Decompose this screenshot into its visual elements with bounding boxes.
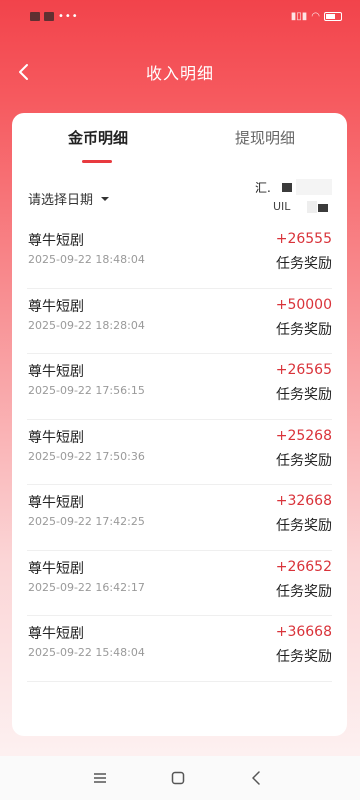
record-time: 2025-09-22 15:48:04 [28, 646, 145, 659]
record-reason: 任务奖励 [276, 321, 332, 338]
record-reason: 任务奖励 [276, 452, 332, 469]
record-title: 尊牛短剧 [28, 364, 84, 380]
wifi-icon: ◠ [311, 10, 320, 22]
home-icon [171, 771, 185, 785]
date-picker[interactable]: 请选择日期 [28, 189, 110, 208]
recent-apps-button[interactable] [90, 768, 110, 788]
record-reason: 任务奖励 [276, 387, 332, 403]
record-reason: 任务奖励 [276, 518, 332, 534]
record-title: 尊牛短剧 [28, 626, 84, 642]
redacted-blur [296, 179, 332, 195]
redacted-block [282, 183, 292, 192]
record-amount: +25268 [275, 427, 332, 444]
battery-icon [324, 11, 342, 21]
status-bar: ••• ▮▯▮ ◠ [0, 0, 360, 32]
system-nav-bar [0, 756, 360, 800]
list-item: 尊牛短剧 2025-09-22 18:48:04 +26555 任务奖励 [27, 223, 332, 289]
income-card: 金币明细 提现明细 请选择日期 汇. UIL 尊牛短剧 2025-09-22 1… [12, 113, 347, 736]
record-time: 2025-09-22 17:42:25 [28, 515, 145, 528]
record-time: 2025-09-22 17:56:15 [28, 384, 145, 397]
nav-bar: 收入明细 [0, 50, 360, 94]
redacted-block [318, 204, 328, 212]
record-title: 尊牛短剧 [28, 429, 84, 446]
caret-down-icon [101, 196, 110, 201]
back-button[interactable] [10, 58, 38, 86]
date-picker-label: 请选择日期 [28, 193, 94, 208]
record-amount: +26565 [275, 362, 332, 378]
record-time: 2025-09-22 18:48:04 [28, 253, 145, 266]
summary-sub: UIL [273, 200, 291, 213]
record-title: 尊牛短剧 [28, 560, 84, 577]
back-arrow-icon [19, 64, 28, 80]
record-title: 尊牛短剧 [28, 495, 84, 511]
record-title: 尊牛短剧 [28, 298, 84, 315]
record-reason: 任务奖励 [276, 256, 332, 272]
list-item: 尊牛短剧 2025-09-22 16:42:17 +26652 任务奖励 [27, 551, 332, 616]
summary-label: 汇. [255, 181, 271, 195]
record-amount: +32668 [275, 493, 332, 509]
record-amount: +26555 [275, 231, 332, 247]
record-list: 尊牛短剧 2025-09-22 18:48:04 +26555 任务奖励 尊牛短… [12, 223, 347, 682]
status-left: ••• [30, 11, 79, 22]
record-reason: 任务奖励 [276, 649, 332, 665]
list-item: 尊牛短剧 2025-09-22 17:50:36 +25268 任务奖励 [27, 420, 332, 485]
list-item: 尊牛短剧 2025-09-22 17:56:15 +26565 任务奖励 [27, 354, 332, 420]
list-item: 尊牛短剧 2025-09-22 18:28:04 +50000 任务奖励 [27, 289, 332, 354]
record-time: 2025-09-22 18:28:04 [28, 318, 145, 332]
more-notifications-icon: ••• [58, 10, 79, 22]
record-title: 尊牛短剧 [28, 233, 84, 249]
signal-icon: ▮▯▮ [290, 10, 308, 22]
list-item: 尊牛短剧 2025-09-22 15:48:04 +36668 任务奖励 [27, 616, 332, 682]
status-right: ▮▯▮ ◠ [291, 11, 342, 22]
record-amount: +26652 [275, 558, 332, 575]
record-reason: 任务奖励 [276, 583, 332, 600]
record-time: 2025-09-22 16:42:17 [28, 580, 145, 594]
home-button[interactable] [168, 768, 188, 788]
tab-active-indicator [82, 160, 112, 163]
app-notification-icon [44, 11, 54, 21]
notification-icon [30, 11, 40, 21]
tab-coin-details[interactable]: 金币明细 [68, 127, 128, 148]
record-amount: +36668 [275, 624, 332, 640]
system-back-button[interactable] [246, 768, 266, 788]
tab-bar: 金币明细 提现明细 [12, 113, 347, 165]
system-back-icon [252, 771, 260, 785]
page-title: 收入明细 [145, 64, 214, 83]
filter-row: 请选择日期 汇. UIL [12, 173, 347, 219]
redacted-blur [307, 201, 317, 213]
record-time: 2025-09-22 17:50:36 [28, 449, 145, 463]
tab-withdraw-details[interactable]: 提现明细 [235, 127, 295, 148]
record-amount: +50000 [275, 296, 332, 313]
list-item: 尊牛短剧 2025-09-22 17:42:25 +32668 任务奖励 [27, 485, 332, 551]
menu-icon [94, 773, 106, 783]
